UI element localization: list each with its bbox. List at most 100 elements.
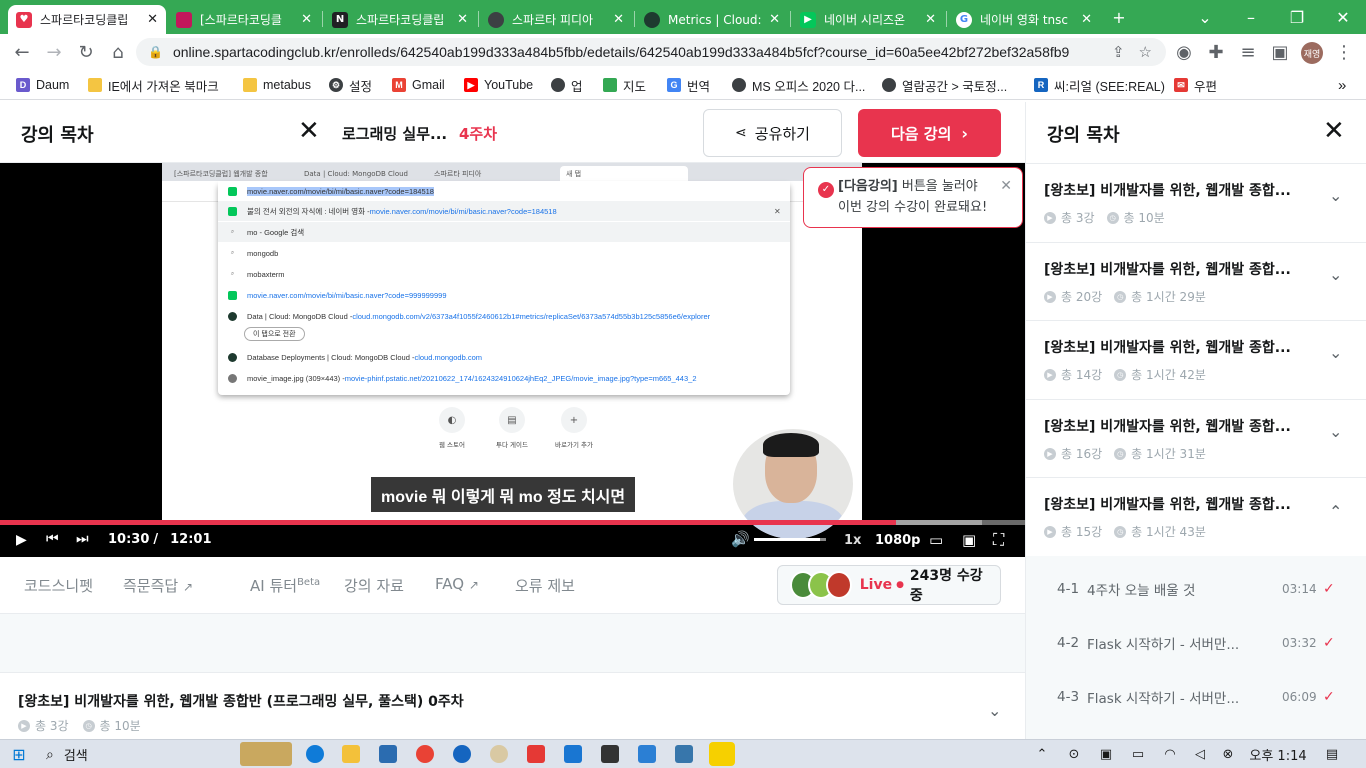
close-tab-icon[interactable]: ✕ — [1081, 12, 1092, 27]
tooltip-close-icon[interactable]: ✕ — [1000, 176, 1012, 196]
bookmarks-more-icon[interactable]: » — [1338, 76, 1346, 94]
lock-icon[interactable]: 🔒 — [148, 45, 163, 59]
notification-icon[interactable]: ▤ — [1322, 744, 1342, 765]
browser-tab[interactable]: 스파르타 피디아 ✕ — [480, 5, 632, 34]
zoom-icon[interactable] — [453, 745, 471, 763]
address-bar[interactable]: 🔒 online.spartacodingclub.kr/enrolleds/6… — [136, 38, 1166, 66]
windows-start-icon[interactable]: ⊞ — [8, 744, 30, 765]
bookmark-land-info[interactable]: 열람공간 > 국토정... — [882, 76, 1007, 94]
toc-section[interactable]: [왕초보] 비개발자를 위한, 웹개발 종합... ▶ 총 20강 ◷ 총 1시간 2… — [1026, 242, 1366, 320]
tab-report-error[interactable]: 오류 제보 — [515, 575, 575, 596]
tab-code-snippet[interactable]: 코드스니펫 — [24, 575, 93, 596]
picture-in-picture-icon[interactable]: ▣ — [962, 531, 976, 549]
chrome-icon[interactable] — [416, 745, 434, 763]
bookmark-ms-office[interactable]: MS 오피스 2020 다... — [732, 76, 865, 94]
lesson-item[interactable]: 4-1 4주차 오늘 배울 것 03:14 ✓ — [1026, 562, 1366, 616]
video-progress-bar[interactable] — [0, 520, 1025, 525]
bookmark-seereal[interactable]: R 씨:리얼 (SEE:REAL) — [1034, 76, 1165, 94]
volume-slider[interactable] — [754, 538, 826, 541]
browser-tab[interactable]: G 네이버 영화 tnsc ✕ — [948, 5, 1100, 34]
reload-icon[interactable]: ↻ — [73, 40, 99, 64]
toc-section[interactable]: [왕초보] 비개발자를 위한, 웹개발 종합... ▶ 총 3강 ◷ 총 10분 ⌄ — [1026, 163, 1366, 241]
python-icon[interactable] — [675, 745, 693, 763]
bookmark-settings[interactable]: ⚙ 설정 — [329, 76, 372, 94]
store-icon[interactable] — [379, 745, 397, 763]
play-icon[interactable]: ▶ — [16, 532, 27, 548]
toc-section[interactable]: [왕초보] 비개발자를 위한, 웹개발 종합... ▶ 총 16강 ◷ 총 1시간 3… — [1026, 399, 1366, 477]
tab-search-icon[interactable]: ⌄ — [1182, 0, 1228, 34]
tab-materials[interactable]: 강의 자료 — [344, 575, 404, 596]
vscode-icon[interactable] — [638, 745, 656, 763]
next-lecture-button[interactable]: 다음 강의 › — [858, 109, 1001, 157]
lesson-item[interactable]: 4-2 Flask 시작하기 - 서버만... 03:32 ✓ — [1026, 616, 1366, 670]
bookmark-maps[interactable]: 지도 — [603, 76, 646, 94]
toc-section-expanded[interactable]: [왕초보] 비개발자를 위한, 웹개발 종합... ▶ 총 15강 ◷ 총 1시간 4… — [1026, 477, 1366, 555]
home-icon[interactable]: ⌂ — [105, 40, 131, 64]
captions-icon[interactable]: ▭ — [929, 531, 943, 549]
new-tab-button[interactable]: + — [1096, 0, 1142, 34]
back-icon[interactable]: ← — [9, 40, 35, 64]
bookmark-youtube[interactable]: ▶ YouTube — [464, 76, 533, 94]
browser-tab-active[interactable]: ♥ 스파르타코딩클립 ✕ — [8, 5, 166, 34]
wifi-icon[interactable]: ◠ — [1160, 744, 1180, 765]
live-viewers-badge[interactable]: Live ● 243명 수강 중 — [777, 565, 1001, 605]
close-tab-icon[interactable]: ✕ — [925, 12, 936, 27]
bookmark-star-icon[interactable]: ☆ — [1139, 43, 1152, 61]
battery-icon[interactable]: ▭ — [1128, 744, 1148, 765]
bookmark-post[interactable]: ✉ 우편 — [1174, 76, 1217, 94]
browser-tab[interactable]: [스파르타코딩클 ✕ — [168, 5, 320, 34]
tray-icon[interactable]: ⊙ — [1064, 744, 1084, 765]
media-control-icon[interactable]: ≡ — [1235, 40, 1261, 64]
lesson-item[interactable]: 4-3 Flask 시작하기 - 서버만... 06:09 ✓ — [1026, 670, 1366, 724]
side-panel-icon[interactable]: ▣ — [1267, 40, 1293, 64]
taskbar-search[interactable]: ⌕ 검색 — [46, 744, 236, 765]
browser-tab[interactable]: Metrics | Cloud: ✕ — [636, 5, 788, 34]
browser-tab[interactable]: N 스파르타코딩클립 ✕ — [324, 5, 476, 34]
week-0-section[interactable]: [왕초보] 비개발자를 위한, 웹개발 종합반 (프로그래밍 실무, 풀스택) … — [0, 673, 1025, 739]
app-icon[interactable] — [564, 745, 582, 763]
browser-tab[interactable]: ▶ 네이버 시리즈온 ✕ — [792, 5, 944, 34]
bookmark-up[interactable]: 업 — [551, 76, 583, 94]
app-icon[interactable] — [490, 745, 508, 763]
next-icon[interactable]: ⏭ — [76, 531, 89, 547]
close-tab-icon[interactable]: ✕ — [457, 12, 468, 27]
bookmark-folder-metabus[interactable]: metabus — [243, 76, 311, 94]
forward-icon[interactable]: → — [41, 40, 67, 64]
chevron-up-icon[interactable]: ⌃ — [1032, 744, 1052, 765]
tab-ai-tutor[interactable]: AI 튜터Beta — [250, 575, 320, 596]
edge-icon[interactable] — [306, 745, 324, 763]
mute-icon[interactable]: ⊗ — [1218, 744, 1238, 765]
close-icon[interactable]: ✕ — [298, 116, 320, 146]
toc-title[interactable]: 강의 목차 — [21, 121, 94, 147]
bookmark-gmail[interactable]: M Gmail — [392, 76, 445, 94]
close-tab-icon[interactable]: ✕ — [147, 12, 158, 27]
bookmark-translate[interactable]: G 번역 — [667, 76, 710, 94]
close-tab-icon[interactable]: ✕ — [769, 12, 780, 27]
extensions-puzzle-icon[interactable]: ✚ — [1203, 40, 1229, 64]
tab-qna[interactable]: 즉문즉답 ↗ — [123, 575, 193, 596]
volume-icon[interactable]: 🔊 — [731, 530, 750, 548]
share-page-icon[interactable]: ⇪ — [1112, 43, 1125, 61]
fullscreen-icon[interactable]: ⛶ — [993, 530, 1004, 550]
sidebar-close-icon[interactable]: ✕ — [1323, 116, 1345, 146]
speaker-icon[interactable]: ◁ — [1190, 744, 1210, 765]
chevron-down-icon[interactable]: ⌄ — [988, 701, 1001, 720]
close-tab-icon[interactable]: ✕ — [301, 12, 312, 27]
previous-icon[interactable]: ⏮ — [46, 531, 59, 547]
menu-kebab-icon[interactable]: ⋮ — [1331, 40, 1357, 64]
tab-faq[interactable]: FAQ ↗ — [435, 575, 479, 593]
minimize-icon[interactable]: – — [1228, 0, 1274, 34]
file-explorer-icon[interactable] — [342, 745, 360, 763]
share-button[interactable]: ⋖ 공유하기 — [703, 109, 842, 157]
camera-icon[interactable]: ◉ — [1171, 40, 1197, 64]
app-icon[interactable] — [601, 745, 619, 763]
app-icon[interactable] — [527, 745, 545, 763]
restore-icon[interactable]: ❐ — [1274, 0, 1320, 34]
tray-icon[interactable]: ▣ — [1096, 744, 1116, 765]
clock[interactable]: 오후 1:14 — [1248, 744, 1308, 765]
bookmark-folder-ie[interactable]: IE에서 가져온 북마크 — [88, 76, 219, 94]
close-tab-icon[interactable]: ✕ — [613, 12, 624, 27]
kakaotalk-icon[interactable] — [709, 742, 735, 766]
toc-section[interactable]: [왕초보] 비개발자를 위한, 웹개발 종합... ▶ 총 14강 ◷ 총 1시간 4… — [1026, 320, 1366, 398]
profile-avatar[interactable]: 재영 — [1301, 42, 1323, 64]
